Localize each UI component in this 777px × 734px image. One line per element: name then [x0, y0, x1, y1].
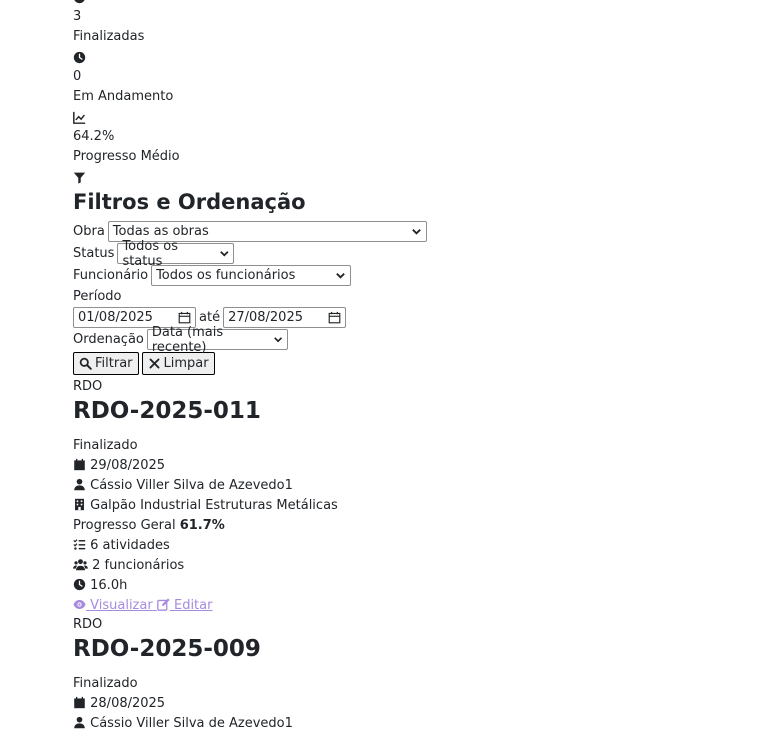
tasks-icon: [73, 539, 86, 550]
calendar-icon: [74, 696, 85, 709]
edit-link[interactable]: Editar: [157, 598, 213, 613]
rdo-date: 28/08/2025: [73, 694, 777, 714]
stat-progresso-label: Progresso Médio: [73, 149, 180, 164]
rdo-person: Cássio Viller Silva de Azevedo1: [73, 476, 777, 496]
filter-icon: [73, 167, 777, 187]
user-icon: [74, 478, 85, 491]
rdo-status: Finalizado: [73, 438, 138, 453]
funcionario-label: Funcionário: [73, 268, 149, 283]
edit-link-label: Editar: [173, 598, 213, 613]
rdo-progress-value: 61.7%: [179, 518, 225, 533]
rdo-hours-value: 16.0h: [90, 578, 128, 593]
user-icon: [74, 716, 85, 729]
eye-icon: [73, 600, 86, 609]
status-select-value: Todos os status: [122, 238, 178, 269]
filters-title: Filtros e Ordenação: [73, 190, 306, 214]
stat-andamento-value: 0: [73, 69, 82, 84]
rdo-hours: 16.0h: [73, 576, 777, 596]
clear-button-label: Limpar: [163, 355, 209, 371]
rdo-type-label: RDO: [73, 617, 103, 632]
rdo-number: RDO-2025-011: [73, 398, 261, 424]
rdo-progress-label: Progresso Geral: [73, 518, 176, 533]
rdo-card: RDO RDO-2025-011 Finalizado 29/08/2025 C…: [73, 378, 777, 616]
stat-finalizadas-label: Finalizadas: [73, 29, 145, 44]
calendar-icon[interactable]: [328, 311, 341, 324]
calendar-icon: [74, 458, 85, 471]
search-icon: [79, 357, 92, 370]
stat-andamento-label: Em Andamento: [73, 89, 174, 104]
close-icon: [149, 358, 159, 368]
filter-button[interactable]: Filtrar: [73, 351, 139, 375]
rdo-card: RDO RDO-2025-009 Finalizado 28/08/2025 C…: [73, 616, 777, 734]
rdo-status: Finalizado: [73, 676, 138, 691]
status-label: Status: [73, 246, 115, 261]
status-select[interactable]: Todos os status: [117, 239, 235, 269]
chevron-down-icon: [219, 251, 229, 257]
calendar-icon[interactable]: [178, 311, 191, 324]
ordenacao-label: Ordenação: [73, 332, 144, 347]
rdo-type-label: RDO: [73, 379, 103, 394]
periodo-label: Período: [73, 289, 122, 304]
filter-button-label: Filtrar: [95, 355, 133, 371]
view-link[interactable]: Visualizar: [73, 598, 157, 613]
rdo-site: Galpão Industrial Estruturas Metálicas: [73, 496, 777, 516]
obra-select-value: Todas as obras: [112, 224, 209, 239]
clock-icon: [73, 578, 86, 591]
chevron-down-icon: [336, 273, 345, 279]
rdo-activities-count: 6 atividades: [90, 538, 170, 553]
edit-icon: [157, 598, 170, 611]
ordenacao-select-value: Data (mais recente): [151, 324, 224, 355]
chevron-down-icon: [273, 337, 282, 343]
rdo-date: 29/08/2025: [73, 456, 777, 476]
rdo-person: Cássio Viller Silva de Azevedo1: [73, 714, 777, 734]
ordenacao-select[interactable]: Data (mais recente): [146, 325, 288, 355]
clear-button[interactable]: Limpar: [141, 351, 215, 375]
rdo-date-value: 28/08/2025: [90, 696, 166, 711]
view-link-label: Visualizar: [90, 598, 153, 613]
rdo-activities: 6 atividades: [73, 536, 777, 556]
chevron-down-icon: [411, 229, 421, 235]
stat-finalizadas-value: 3: [73, 9, 82, 24]
funcionario-select[interactable]: Todos os funcionários: [151, 265, 352, 286]
ate-label: até: [199, 310, 221, 325]
users-icon: [73, 559, 88, 571]
date-from-value: 01/08/2025: [78, 310, 153, 325]
rdo-progress: Progresso Geral 61.7%: [73, 516, 777, 536]
funcionario-select-value: Todos os funcionários: [156, 268, 296, 283]
building-icon: [75, 498, 84, 511]
rdo-number: RDO-2025-009: [73, 636, 261, 662]
rdo-date-value: 29/08/2025: [90, 458, 166, 473]
rdo-workers: 2 funcionários: [73, 556, 777, 576]
clock-icon: [73, 47, 777, 67]
chart-line-icon: [73, 107, 777, 127]
date-to-value: 27/08/2025: [228, 310, 303, 325]
rdo-actions: Visualizar Editar: [73, 596, 777, 616]
rdo-person-name: Cássio Viller Silva de Azevedo1: [90, 716, 293, 731]
stat-progresso-value: 64.2%: [73, 129, 115, 144]
obra-label: Obra: [73, 224, 105, 239]
check-circle-icon: [73, 0, 777, 7]
rdo-workers-count: 2 funcionários: [92, 558, 185, 573]
rdo-person-name: Cássio Viller Silva de Azevedo1: [90, 478, 293, 493]
rdo-site-name: Galpão Industrial Estruturas Metálicas: [90, 498, 338, 513]
